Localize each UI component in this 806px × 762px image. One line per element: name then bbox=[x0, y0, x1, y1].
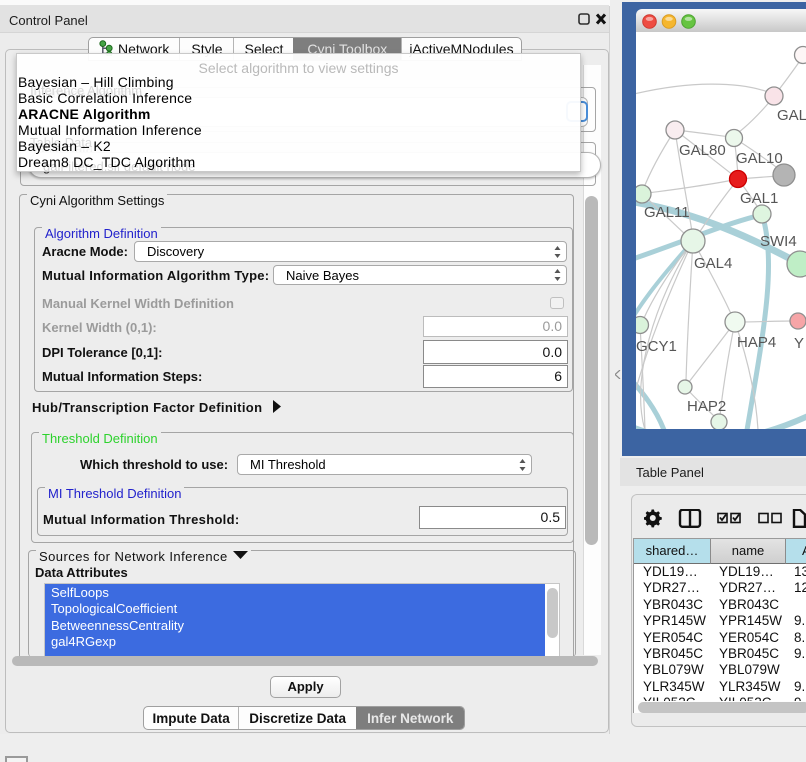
svg-text:GAL4: GAL4 bbox=[694, 255, 732, 272]
svg-text:GAL11: GAL11 bbox=[644, 204, 690, 221]
svg-text:GAL: GAL bbox=[777, 107, 806, 124]
svg-text:HAP2: HAP2 bbox=[687, 398, 726, 415]
svg-text:Y: Y bbox=[794, 335, 804, 352]
svg-text:GAL80: GAL80 bbox=[679, 142, 726, 159]
svg-text:GAL1: GAL1 bbox=[740, 190, 778, 207]
svg-text:GAL10: GAL10 bbox=[736, 150, 783, 167]
svg-text:SWI4: SWI4 bbox=[760, 233, 797, 250]
svg-text:HAP4: HAP4 bbox=[737, 334, 776, 351]
svg-text:GCY1: GCY1 bbox=[636, 338, 677, 355]
